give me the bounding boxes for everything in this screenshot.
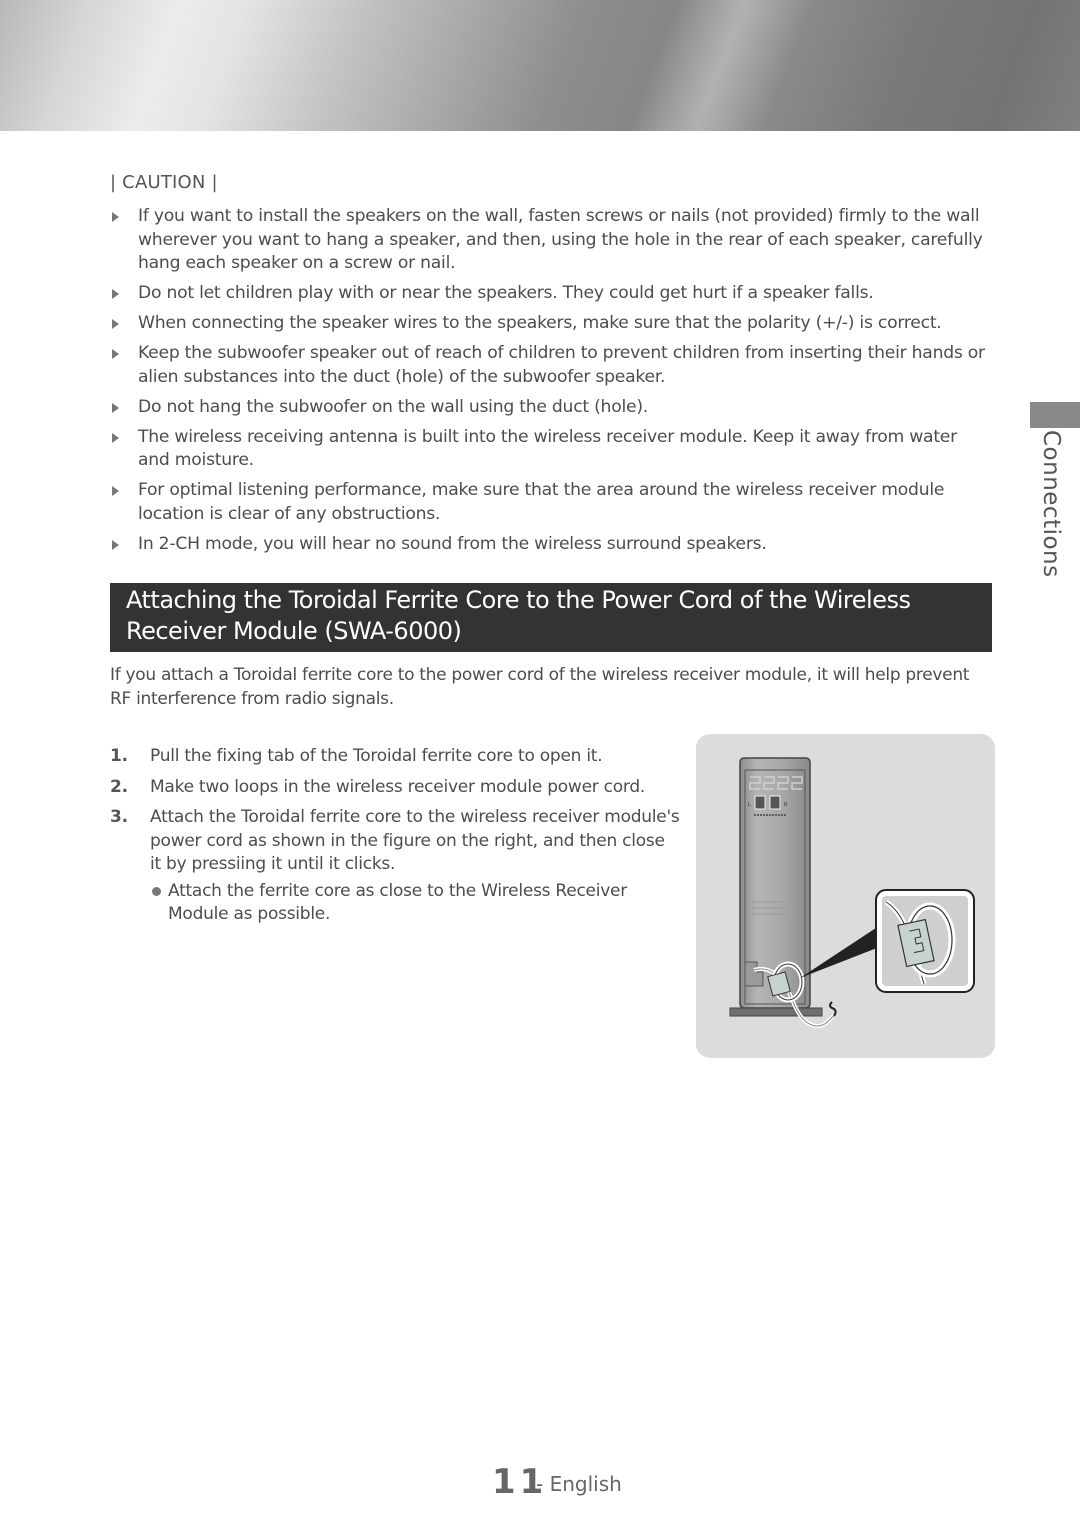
port-label-r: R (784, 802, 788, 808)
caution-item: Do not let children play with or near th… (110, 282, 990, 306)
step-number: 2. (110, 776, 128, 797)
triangle-bullet-icon (112, 539, 119, 550)
triangle-bullet-icon (112, 319, 119, 329)
receiver-module-diagram: L R (729, 757, 975, 1029)
header-banner (0, 0, 1080, 131)
triangle-bullet-icon (112, 212, 119, 222)
caution-item: Do not hang the subwoofer on the wall us… (110, 396, 990, 420)
caution-item: When connecting the speaker wires to the… (110, 312, 990, 336)
speaker-port-l (754, 795, 766, 810)
page-language: - English (536, 1472, 622, 1496)
step-item: 1. Pull the fixing tab of the Toroidal fe… (110, 745, 680, 769)
section-title: Attaching the Toroidal Ferrite Core to t… (110, 583, 992, 652)
caution-heading: | CAUTION | (110, 172, 218, 193)
triangle-bullet-icon (112, 402, 119, 413)
step-item: 2. Make two loops in the wireless receive… (110, 776, 680, 800)
step-note: Attach the ferrite core as close to the … (150, 880, 680, 927)
triangle-bullet-icon (112, 486, 119, 496)
steps-list: 1. Pull the fixing tab of the Toroidal fe… (110, 745, 680, 934)
step-number: 1. (110, 746, 128, 766)
caution-item: If you want to install the speakers on t… (110, 205, 990, 276)
triangle-bullet-icon (112, 289, 119, 299)
caution-list: If you want to install the speakers on t… (110, 205, 990, 563)
step-number: 3. (110, 807, 128, 827)
side-tab-marker (1030, 402, 1080, 428)
callout-pointer (800, 924, 882, 978)
caution-item: For optimal listening performance, make … (110, 479, 990, 526)
step-item: 3. Attach the Toroidal ferrite core to th… (110, 806, 680, 927)
cord-end (829, 1001, 837, 1017)
port-label-l: L (748, 802, 751, 808)
section-intro: If you attach a Toroidal ferrite core to… (110, 665, 970, 709)
speaker-port-r (769, 795, 781, 810)
caution-item: Keep the subwoofer speaker out of reach … (110, 342, 990, 389)
side-tab-connections: Connections (1038, 430, 1064, 578)
caution-item: In 2-CH mode, you will hear no sound fro… (110, 533, 990, 557)
ferrite-core-illustration: L R (696, 734, 995, 1058)
module-base (729, 1007, 823, 1017)
triangle-bullet-icon (112, 349, 119, 359)
circle-bullet-icon (152, 886, 161, 896)
caution-item: The wireless receiving antenna is built … (110, 426, 990, 473)
triangle-bullet-icon (112, 432, 119, 443)
